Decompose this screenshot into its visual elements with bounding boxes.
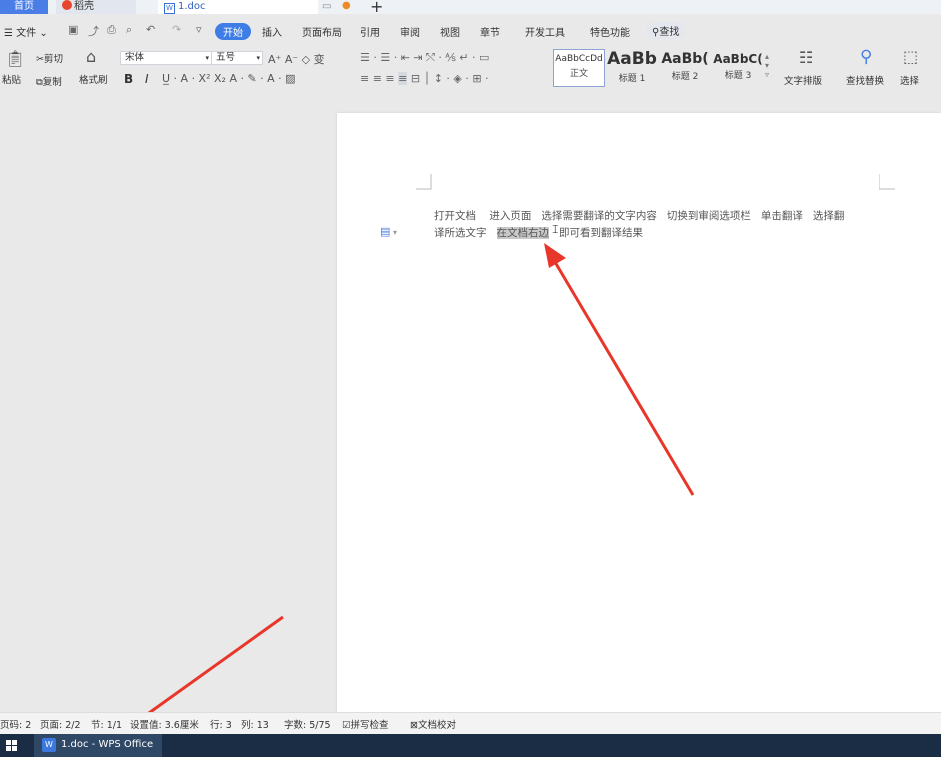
doc-check-button[interactable]: ⊠文档校对 xyxy=(410,717,456,731)
spellcheck-label: 拼写检查 xyxy=(350,720,389,731)
taskbar-wps-label: 1.doc - WPS Office xyxy=(61,739,154,750)
status-row[interactable]: 行: 3 xyxy=(210,717,232,731)
status-col[interactable]: 列: 13 xyxy=(241,717,269,731)
status-position[interactable]: 设置值: 3.6厘米 xyxy=(130,717,199,731)
status-words[interactable]: 字数: 5/75 xyxy=(284,717,331,731)
checkbox-checked-icon: ☑ xyxy=(342,720,351,731)
taskbar: W 1.doc - WPS Office xyxy=(0,734,941,757)
status-pages[interactable]: 页面: 2/2 xyxy=(40,717,81,731)
annotation-arrows xyxy=(112,243,695,740)
wps-writer-icon: W xyxy=(42,738,56,752)
taskbar-wps-button[interactable]: W 1.doc - WPS Office xyxy=(34,734,162,757)
doc-check-icon: ⊠ xyxy=(410,720,418,731)
status-bar: 页码: 2 页面: 2/2 节: 1/1 设置值: 3.6厘米 行: 3 列: … xyxy=(0,712,941,735)
status-section[interactable]: 节: 1/1 xyxy=(91,717,122,731)
doc-check-label: 文档校对 xyxy=(417,720,456,731)
spellcheck-toggle[interactable]: ☑拼写检查 xyxy=(342,717,389,731)
windows-start-icon[interactable] xyxy=(6,740,17,751)
arrow-to-selection xyxy=(544,243,695,496)
status-page-code[interactable]: 页码: 2 xyxy=(0,717,31,731)
